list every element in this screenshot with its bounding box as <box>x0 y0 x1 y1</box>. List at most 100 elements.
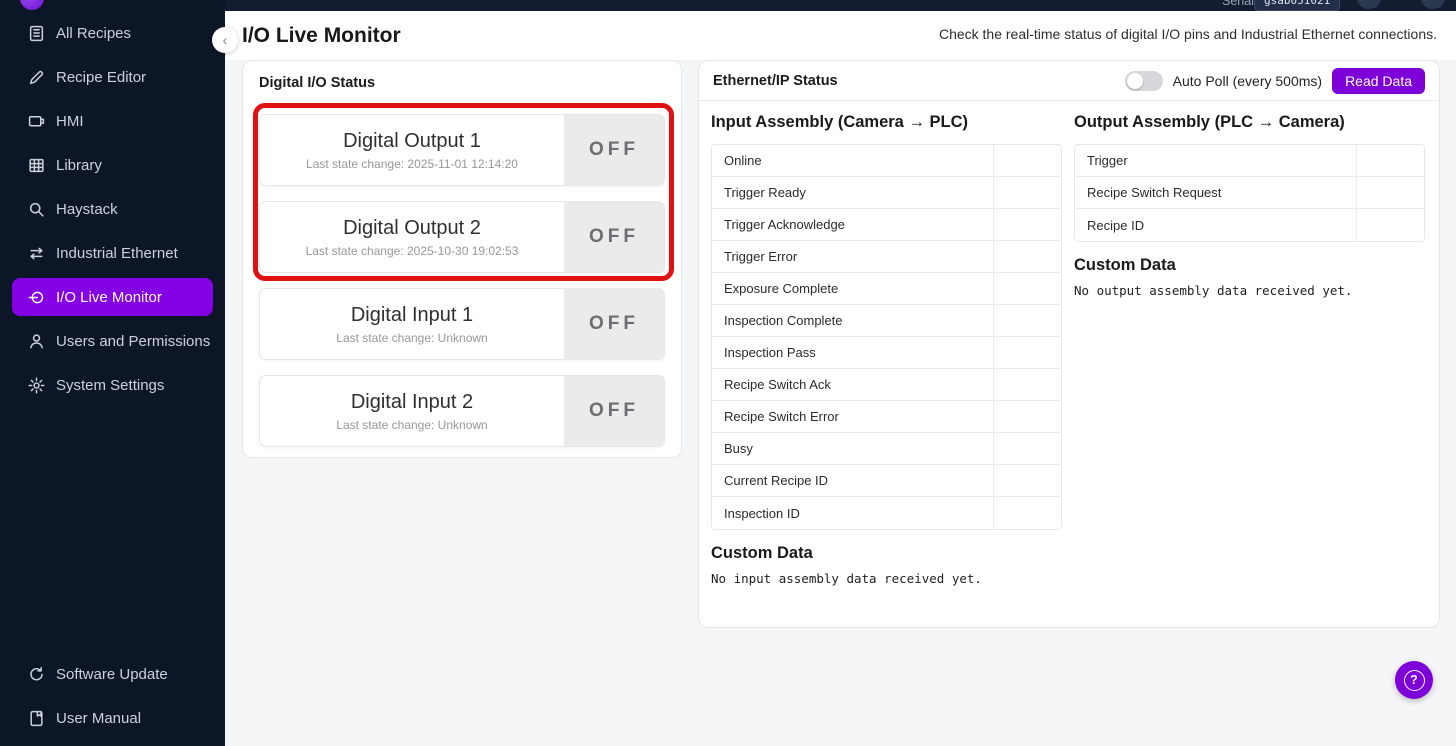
refresh-icon <box>28 666 45 683</box>
sidebar-collapse-button[interactable]: ‹ <box>212 27 238 53</box>
page-header: I/O Live Monitor Check the real-time sta… <box>225 11 1456 60</box>
topbar-button-1[interactable] <box>1356 0 1382 9</box>
table-row-recipe-id: Recipe ID <box>1075 209 1424 241</box>
read-data-button[interactable]: Read Data <box>1332 68 1425 94</box>
sidebar-item-all-recipes[interactable]: All Recipes <box>12 14 213 52</box>
io-state-badge: OFF <box>564 289 664 359</box>
sidebar-item-haystack[interactable]: Haystack <box>12 190 213 228</box>
input-assembly-title: Input Assembly (Camera → PLC) <box>711 113 1062 132</box>
search-icon <box>28 201 45 218</box>
io-card-digital-input-2: Digital Input 2 Last state change: Unkno… <box>259 375 665 447</box>
table-row-recipe-switch-request: Recipe Switch Request <box>1075 177 1424 209</box>
table-row-current-recipe-id: Current Recipe ID <box>712 465 1061 497</box>
table-value-cell <box>993 497 1061 529</box>
table-row-inspection-id: Inspection ID <box>712 497 1061 529</box>
manual-icon <box>28 710 45 727</box>
table-value-cell <box>993 433 1061 464</box>
table-value-cell <box>1356 145 1424 176</box>
table-row-label: Trigger Acknowledge <box>712 209 993 240</box>
io-card-last-change: Last state change: 2025-10-30 19:02:53 <box>306 244 519 258</box>
io-monitor-icon <box>28 289 45 306</box>
sidebar-item-industrial-ethernet[interactable]: Industrial Ethernet <box>12 234 213 272</box>
sidebar-item-user-manual[interactable]: User Manual <box>12 699 213 737</box>
table-row-recipe-switch-error: Recipe Switch Error <box>712 401 1061 433</box>
table-row-exposure-complete: Exposure Complete <box>712 273 1061 305</box>
page-description: Check the real-time status of digital I/… <box>939 26 1437 42</box>
sidebar-item-system-settings[interactable]: System Settings <box>12 366 213 404</box>
sidebar-item-hmi[interactable]: HMI <box>12 102 213 140</box>
auto-poll-label: Auto Poll (every 500ms) <box>1173 73 1322 89</box>
table-row-label: Recipe ID <box>1075 209 1356 241</box>
table-row-label: Busy <box>712 433 993 464</box>
sidebar-footer: Software Update User Manual <box>0 655 225 743</box>
io-state-badge: OFF <box>564 115 664 185</box>
table-row-recipe-switch-ack: Recipe Switch Ack <box>712 369 1061 401</box>
ethernet-icon <box>28 245 45 262</box>
serial-badge: gsab051021 <box>1254 0 1340 11</box>
io-card-name: Digital Output 2 <box>343 217 481 240</box>
sidebar-item-users-and-permissions[interactable]: Users and Permissions <box>12 322 213 360</box>
question-icon: ? <box>1404 670 1425 691</box>
table-row-trigger-acknowledge: Trigger Acknowledge <box>712 209 1061 241</box>
table-row-label: Online <box>712 145 993 176</box>
table-value-cell <box>993 401 1061 432</box>
table-row-label: Inspection Complete <box>712 305 993 336</box>
ethernet-ip-panel: Ethernet/IP Status Auto Poll (every 500m… <box>698 60 1440 628</box>
io-state-badge: OFF <box>564 376 664 446</box>
output-custom-data-message: No output assembly data received yet. <box>1074 283 1425 298</box>
table-row-label: Exposure Complete <box>712 273 993 304</box>
io-card-digital-output-2: Digital Output 2 Last state change: 2025… <box>259 201 665 273</box>
table-row-trigger: Trigger <box>1075 145 1424 177</box>
sidebar-item-library[interactable]: Library <box>12 146 213 184</box>
table-value-cell <box>993 241 1061 272</box>
table-row-busy: Busy <box>712 433 1061 465</box>
serial-label: Serial: <box>1222 0 1257 8</box>
table-value-cell <box>993 305 1061 336</box>
io-card-last-change: Last state change: 2025-11-01 12:14:20 <box>306 157 518 171</box>
table-value-cell <box>993 465 1061 496</box>
digital-io-panel: Digital I/O Status Digital Output 1 Last… <box>242 60 682 458</box>
output-assembly-title: Output Assembly (PLC → Camera) <box>1074 113 1425 132</box>
help-button[interactable]: ? <box>1395 661 1433 699</box>
sidebar-item-software-update[interactable]: Software Update <box>12 655 213 693</box>
io-card-digital-input-1: Digital Input 1 Last state change: Unkno… <box>259 288 665 360</box>
ethernet-panel-title: Ethernet/IP Status <box>713 73 1125 89</box>
sidebar-nav: All Recipes Recipe Editor HMI Library Ha… <box>0 14 225 410</box>
io-card-digital-output-1: Digital Output 1 Last state change: 2025… <box>259 114 665 186</box>
auto-poll-toggle[interactable] <box>1125 71 1163 91</box>
output-assembly-table: Trigger Recipe Switch Request Recipe ID <box>1074 144 1425 242</box>
table-value-cell <box>993 145 1061 176</box>
toggle-knob <box>1127 73 1143 89</box>
input-custom-data-message: No input assembly data received yet. <box>711 571 1062 586</box>
output-custom-data-title: Custom Data <box>1074 256 1425 275</box>
table-row-label: Inspection Pass <box>712 337 993 368</box>
output-assembly-column: Output Assembly (PLC → Camera) Trigger R… <box>1074 109 1425 586</box>
input-custom-data-title: Custom Data <box>711 544 1062 563</box>
table-row-label: Trigger Ready <box>712 177 993 208</box>
table-value-cell <box>993 209 1061 240</box>
table-row-label: Inspection ID <box>712 497 993 529</box>
library-icon <box>28 157 45 174</box>
io-card-last-change: Last state change: Unknown <box>336 331 487 345</box>
sidebar-item-recipe-editor[interactable]: Recipe Editor <box>12 58 213 96</box>
table-row-label: Recipe Switch Error <box>712 401 993 432</box>
users-icon <box>28 333 45 350</box>
table-row-label: Recipe Switch Request <box>1075 177 1356 208</box>
table-value-cell <box>1356 209 1424 241</box>
table-value-cell <box>993 369 1061 400</box>
page-title: I/O Live Monitor <box>242 24 401 48</box>
table-row-inspection-pass: Inspection Pass <box>712 337 1061 369</box>
table-value-cell <box>993 177 1061 208</box>
sidebar-item-i-o-live-monitor[interactable]: I/O Live Monitor <box>12 278 213 316</box>
sidebar: All Recipes Recipe Editor HMI Library Ha… <box>0 0 225 746</box>
table-row-trigger-ready: Trigger Ready <box>712 177 1061 209</box>
io-card-last-change: Last state change: Unknown <box>336 418 487 432</box>
table-row-trigger-error: Trigger Error <box>712 241 1061 273</box>
io-card-list: Digital Output 1 Last state change: 2025… <box>259 114 665 462</box>
gear-icon <box>28 377 45 394</box>
hmi-icon <box>28 113 45 130</box>
digital-io-panel-title: Digital I/O Status <box>243 61 681 91</box>
table-row-inspection-complete: Inspection Complete <box>712 305 1061 337</box>
topbar-button-2[interactable] <box>1420 0 1446 9</box>
io-state-badge: OFF <box>564 202 664 272</box>
